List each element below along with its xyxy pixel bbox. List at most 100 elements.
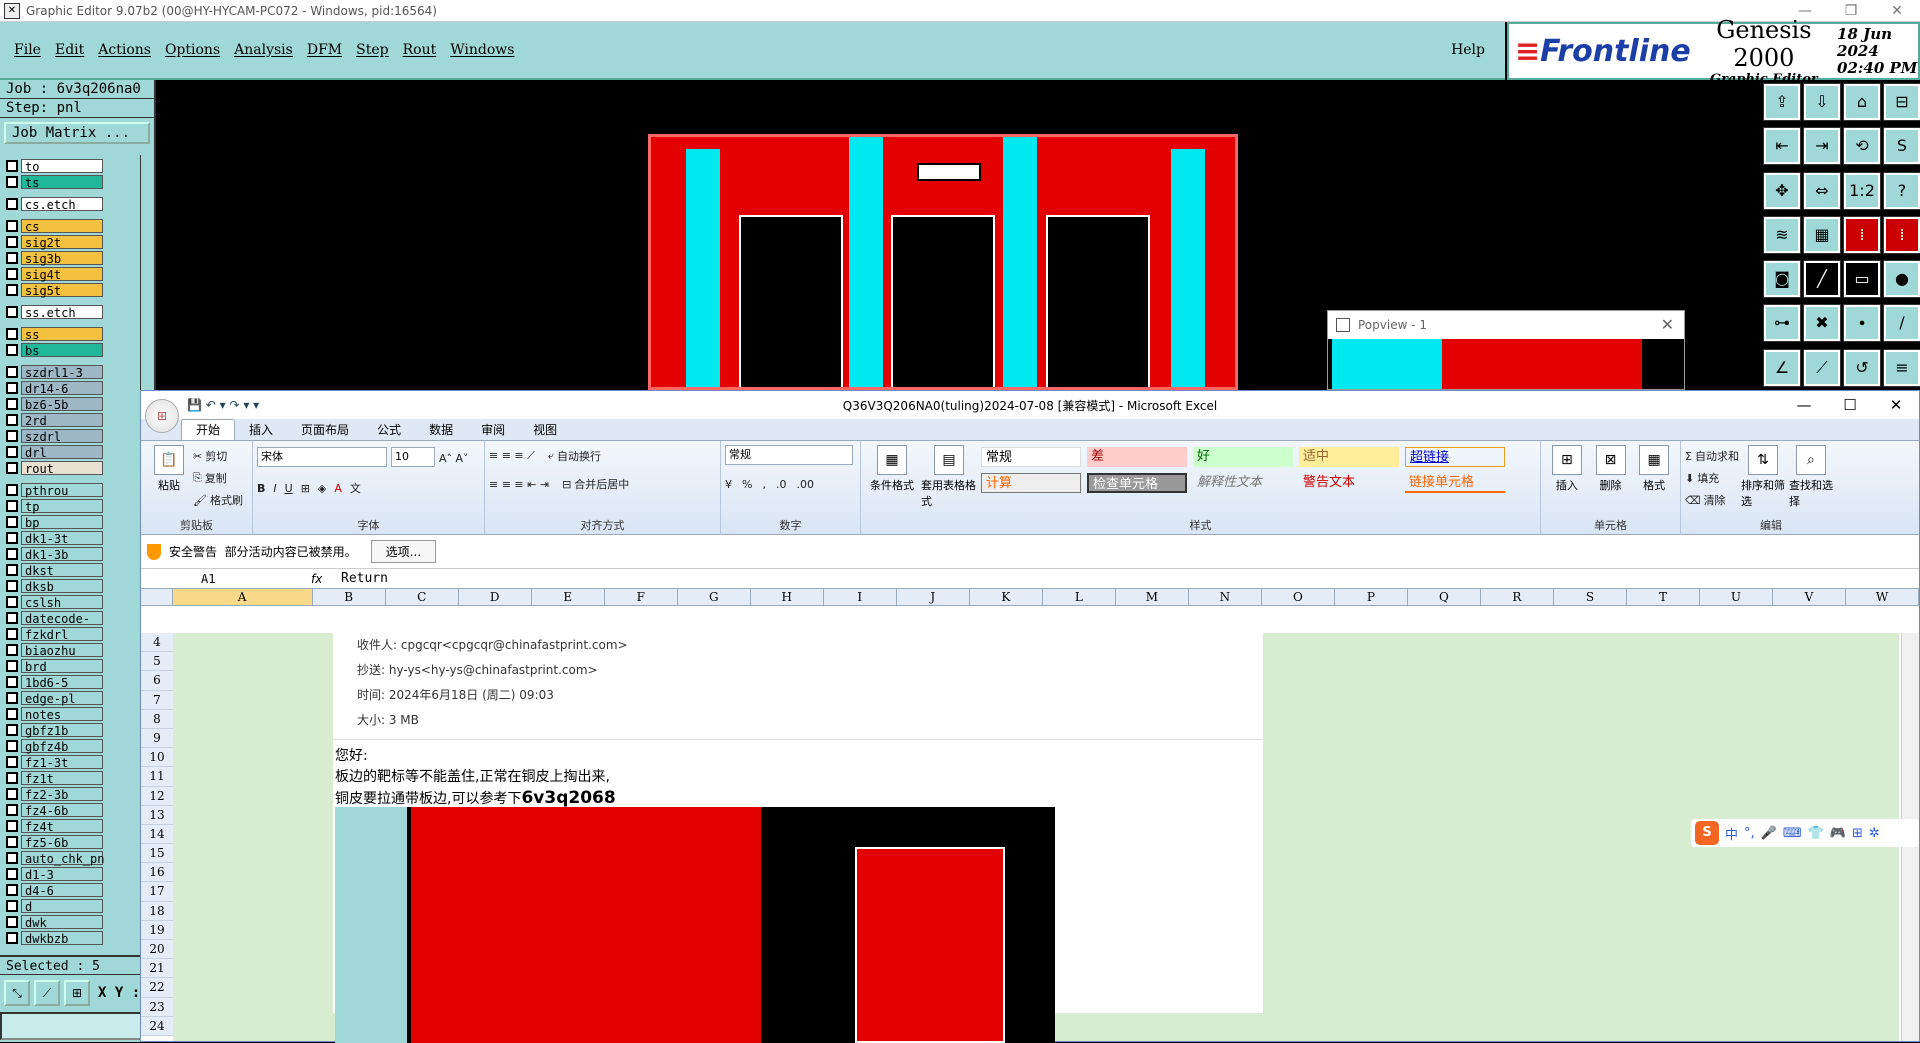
layer-checkbox[interactable] (6, 708, 18, 720)
layer-row[interactable]: dkst (4, 562, 126, 578)
ime-item[interactable]: ⌨ (1783, 826, 1802, 841)
border-icon[interactable]: ⊞ (301, 482, 310, 495)
layer-checkbox[interactable] (6, 884, 18, 896)
style-neutral[interactable]: 适中 (1299, 447, 1399, 467)
layer-checkbox[interactable] (6, 306, 18, 318)
snap-icon[interactable]: ⁞ (1843, 215, 1881, 254)
job-matrix-button[interactable]: Job Matrix ... (4, 122, 150, 144)
layer-checkbox[interactable] (6, 900, 18, 912)
security-options-button[interactable]: 选项... (370, 540, 437, 563)
fit-icon[interactable]: ⇔ (1803, 171, 1841, 210)
layer-row[interactable]: dksb (4, 578, 126, 594)
column-header[interactable]: W (1846, 589, 1920, 605)
layer-row[interactable]: fz2-3b (4, 786, 126, 802)
layer-row[interactable]: bs (4, 342, 126, 358)
ime-item[interactable]: 🎮 (1830, 826, 1846, 841)
layer-checkbox[interactable] (6, 628, 18, 640)
row-header[interactable]: 17 (141, 882, 173, 902)
layer-row[interactable]: fzkdrl (4, 626, 126, 642)
layer-row[interactable]: cslsh (4, 594, 126, 610)
layer-row[interactable]: brd (4, 658, 126, 674)
loop-icon[interactable]: ⟲ (1843, 127, 1881, 166)
layer-checkbox[interactable] (6, 836, 18, 848)
sort-filter-button[interactable]: ⇅ 排序和筛选 (1741, 445, 1785, 511)
layer-checkbox[interactable] (6, 366, 18, 378)
layer-checkbox[interactable] (6, 868, 18, 880)
percent-icon[interactable]: % (742, 478, 752, 491)
menu-file[interactable]: File (14, 42, 41, 58)
layer-checkbox[interactable] (6, 612, 18, 624)
layer-checkbox[interactable] (6, 772, 18, 784)
close-icon[interactable]: ✕ (1661, 311, 1674, 339)
layer-row[interactable]: rout (4, 460, 126, 476)
layer-checkbox[interactable] (6, 398, 18, 410)
row-header[interactable]: 6 (141, 671, 173, 691)
layer-row[interactable]: szdrl1-3 (4, 364, 126, 380)
tab-data[interactable]: 数据 (415, 420, 467, 440)
connect-icon[interactable]: ⊶ (1763, 304, 1801, 343)
menu-options[interactable]: Options (165, 42, 220, 58)
route-icon[interactable]: ≋ (1763, 215, 1801, 254)
menu-analysis[interactable]: Analysis (234, 42, 293, 58)
layer-row[interactable]: sig2t (4, 234, 126, 250)
layer-checkbox[interactable] (6, 724, 18, 736)
row-header[interactable]: 19 (141, 920, 173, 940)
layer-row[interactable]: d (4, 898, 126, 914)
layer-checkbox[interactable] (6, 328, 18, 340)
tab-home[interactable]: 开始 (181, 419, 236, 440)
column-header[interactable]: S (1554, 589, 1627, 605)
layer-row[interactable]: szdrl (4, 428, 126, 444)
layer-checkbox[interactable] (6, 220, 18, 232)
layer-row[interactable]: 1bd6-5 (4, 674, 126, 690)
font-name-select[interactable]: 宋体 (257, 447, 387, 467)
row-header[interactable]: 23 (141, 997, 173, 1017)
column-header[interactable]: P (1335, 589, 1408, 605)
layer-checkbox[interactable] (6, 916, 18, 928)
layer-checkbox[interactable] (6, 284, 18, 296)
layer-row[interactable]: dr14-6 (4, 380, 126, 396)
ruler-icon[interactable]: ▭ (1843, 260, 1881, 299)
layer-row[interactable]: fz5-6b (4, 834, 126, 850)
column-header[interactable]: J (897, 589, 970, 605)
underline-button[interactable]: U (285, 482, 293, 495)
right-icon[interactable]: ⇥ (1803, 127, 1841, 166)
menu-windows[interactable]: Windows (450, 42, 514, 58)
row-header[interactable]: 15 (141, 844, 173, 864)
layer-checkbox[interactable] (6, 430, 18, 442)
merge-center-button[interactable]: ≡ ≡ ≡ ⇤ ⇥ ⊟ 合并后居中 (489, 473, 716, 495)
layer-checkbox[interactable] (6, 692, 18, 704)
column-header[interactable]: C (386, 589, 459, 605)
layer-checkbox[interactable] (6, 462, 18, 474)
clear-button[interactable]: ⌫ 清除 (1685, 489, 1739, 511)
close-button[interactable]: ✕ (1874, 3, 1920, 19)
menu-step[interactable]: Step (356, 42, 388, 58)
tab-review[interactable]: 审阅 (467, 420, 519, 440)
layer-checkbox[interactable] (6, 596, 18, 608)
tab-view[interactable]: 视图 (519, 420, 571, 440)
layer-row[interactable]: pthrou (4, 482, 126, 498)
layer-row[interactable]: dwk (4, 914, 126, 930)
layer-checkbox[interactable] (6, 252, 18, 264)
row-header[interactable]: 18 (141, 901, 173, 921)
ime-item[interactable]: 中 (1725, 824, 1738, 843)
layer-row[interactable]: biaozhu (4, 642, 126, 658)
style-good[interactable]: 好 (1193, 447, 1293, 467)
move-icon[interactable]: ✥ (1763, 171, 1801, 210)
italic-button[interactable]: I (273, 482, 276, 495)
font-color-icon[interactable]: A (334, 482, 342, 495)
row-header[interactable]: 7 (141, 690, 173, 710)
wrap-text-button[interactable]: ≡ ≡ ≡ ⟋ ⤶ 自动换行 (489, 445, 716, 467)
layer-row[interactable]: ss.etch (4, 304, 126, 320)
layer-checkbox[interactable] (6, 676, 18, 688)
style-bad[interactable]: 差 (1087, 447, 1187, 467)
layer-checkbox[interactable] (6, 804, 18, 816)
column-header[interactable]: I (824, 589, 897, 605)
layer-checkbox[interactable] (6, 852, 18, 864)
layer-checkbox[interactable] (6, 932, 18, 944)
format-cells-button[interactable]: ▦ 格式 (1634, 445, 1674, 493)
line-icon[interactable]: ╱ (1803, 260, 1841, 299)
copy-button[interactable]: ⎘ 复制 (193, 467, 243, 489)
layer-checkbox[interactable] (6, 160, 18, 172)
select-all-corner[interactable] (141, 589, 173, 605)
layer-row[interactable]: notes (4, 706, 126, 722)
